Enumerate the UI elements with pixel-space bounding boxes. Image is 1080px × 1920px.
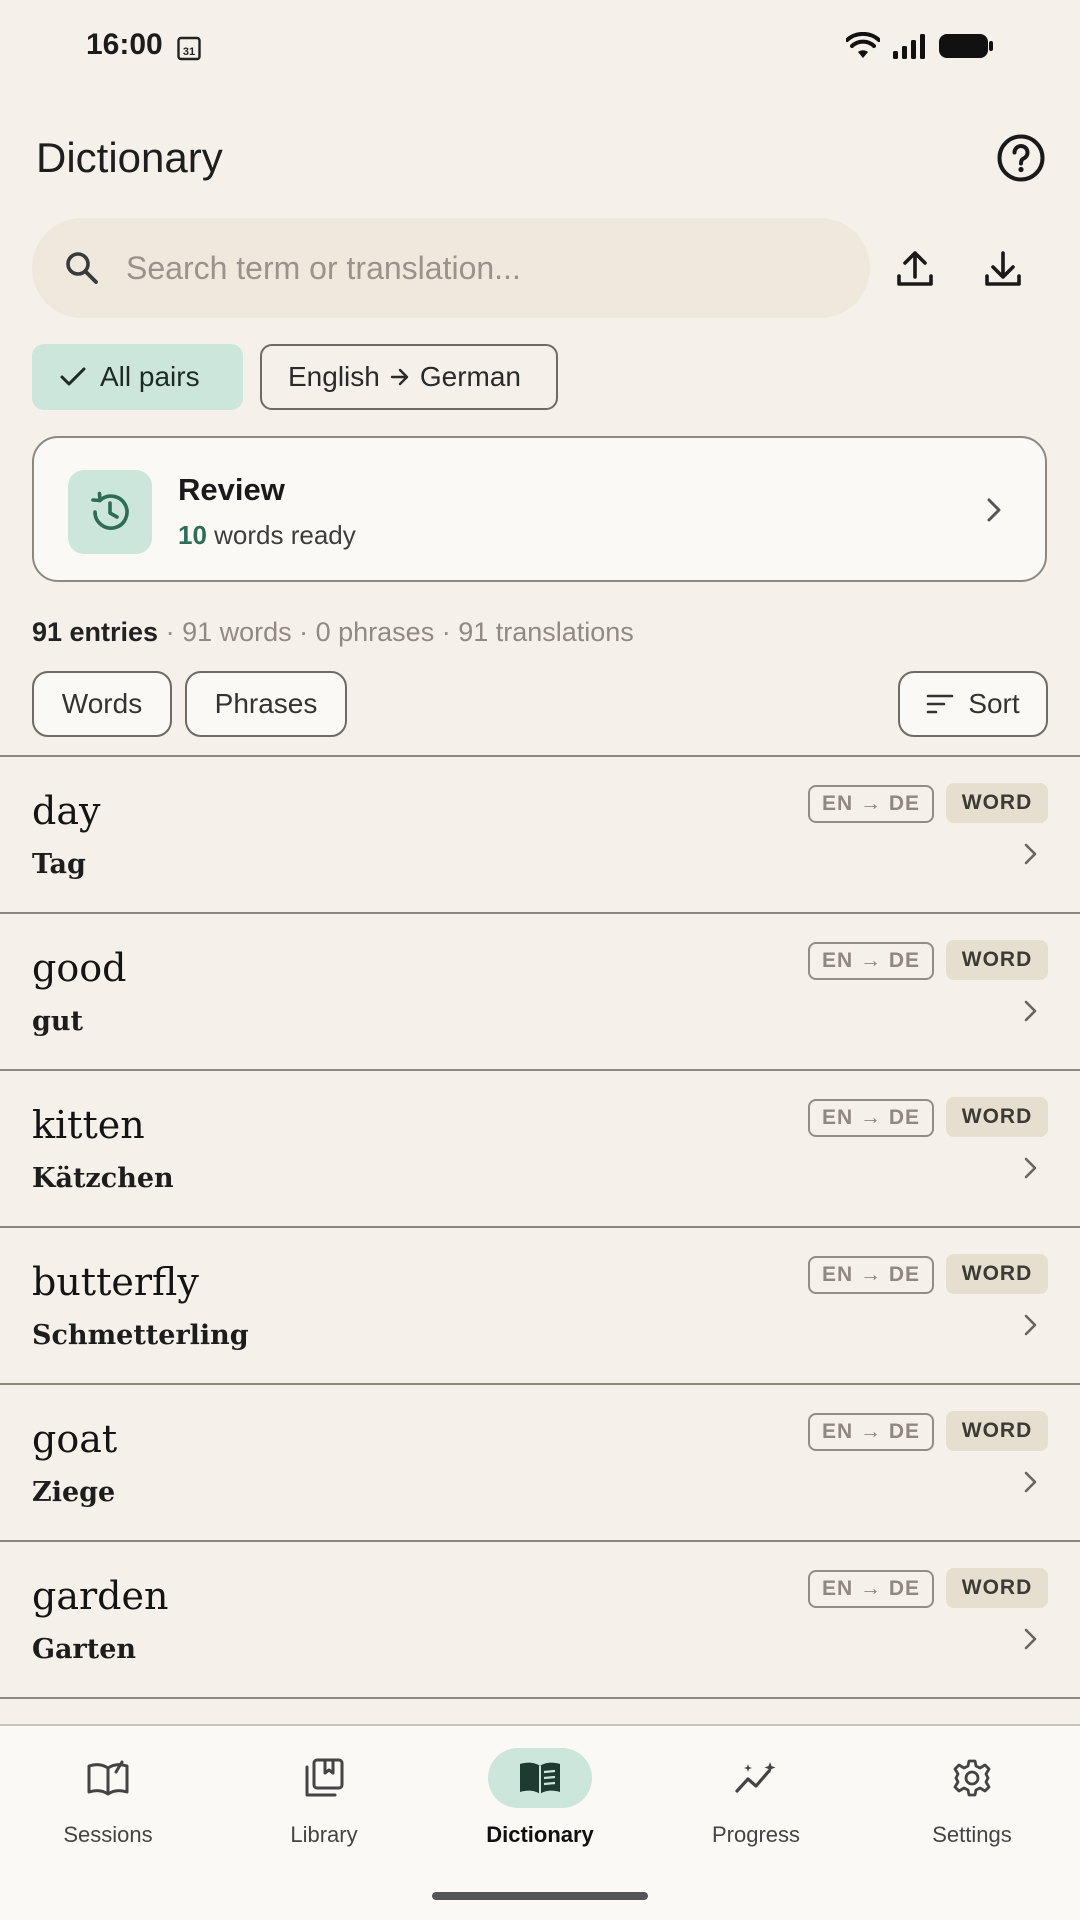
arrow-right-icon <box>390 368 409 386</box>
history-icon <box>91 491 129 530</box>
list-item[interactable]: butterfly Schmetterling EN → DE WORD <box>0 1226 1080 1383</box>
entry-type-badge: WORD <box>946 1568 1048 1608</box>
library-icon <box>305 1758 344 1797</box>
review-title: Review <box>178 472 285 507</box>
language-pair-badge: EN → DE <box>807 1256 934 1294</box>
chip-all-pairs[interactable]: All pairs <box>32 344 243 410</box>
entry-term: goat <box>32 1417 118 1461</box>
page-title: Dictionary <box>36 134 223 181</box>
entry-stats: 91 entries · 91 words · 0 phrases · 91 t… <box>32 617 634 648</box>
review-suffix: words ready <box>206 520 356 550</box>
review-icon-box <box>68 470 152 554</box>
entry-translation: Ziege <box>32 1477 116 1508</box>
nav-dictionary[interactable]: Dictionary <box>450 1748 630 1848</box>
sort-button[interactable]: Sort <box>898 671 1048 737</box>
entry-translation: Kätzchen <box>32 1163 174 1194</box>
list-item[interactable]: goat Ziege EN → DE WORD <box>0 1383 1080 1540</box>
entry-term: day <box>32 789 101 833</box>
home-indicator[interactable] <box>432 1892 648 1900</box>
entry-type-badge: WORD <box>946 1411 1048 1451</box>
entry-type-badge: WORD <box>946 940 1048 980</box>
entry-translation: Schmetterling <box>32 1320 249 1351</box>
entry-translation: Garten <box>32 1634 137 1665</box>
calendar-icon: 31 <box>177 36 201 61</box>
nav-icon-wrap <box>272 1748 376 1808</box>
language-pair-badge: EN → DE <box>807 785 934 823</box>
entry-term: butterfly <box>32 1260 199 1304</box>
sessions-icon <box>87 1760 129 1796</box>
entry-type-badge: WORD <box>946 1097 1048 1137</box>
nav-label: Sessions <box>63 1822 153 1847</box>
entry-count: 91 entries <box>32 617 159 647</box>
review-card[interactable]: Review 10 words ready <box>32 436 1047 582</box>
nav-label: Library <box>290 1822 358 1847</box>
phrases-filter-button[interactable]: Phrases <box>185 671 347 737</box>
list-divider <box>0 1697 1080 1699</box>
chip-language-pair[interactable]: English German <box>260 344 558 410</box>
entry-type-badge: WORD <box>946 783 1048 823</box>
nav-label: Progress <box>711 1822 801 1847</box>
chevron-right-icon <box>1024 843 1037 865</box>
status-indicators <box>846 32 994 60</box>
wifi-icon <box>846 32 880 58</box>
chevron-right-icon <box>1024 1471 1037 1493</box>
review-subtitle: 10 words ready <box>178 520 356 551</box>
chevron-right-icon <box>1024 1157 1037 1179</box>
search-icon <box>66 252 98 284</box>
language-pair-badge: EN → DE <box>807 1570 934 1608</box>
nav-sessions[interactable]: Sessions <box>18 1748 198 1848</box>
nav-icon-wrap <box>488 1748 592 1808</box>
entry-term: good <box>32 946 127 990</box>
nav-icon-wrap <box>56 1748 160 1808</box>
list-item[interactable]: day Tag EN → DE WORD <box>0 755 1080 912</box>
chevron-right-icon <box>987 498 1001 522</box>
nav-icon-wrap <box>704 1748 808 1808</box>
entry-term: kitten <box>32 1103 145 1147</box>
entry-breakdown: · 91 words · 0 phrases · 91 translations <box>158 617 634 647</box>
signal-icon <box>893 34 925 59</box>
review-count: 10 <box>178 520 207 550</box>
list-item[interactable]: garden Garten EN → DE WORD <box>0 1540 1080 1697</box>
chip-pair-to: German <box>419 361 521 392</box>
nav-settings[interactable]: Settings <box>882 1748 1062 1848</box>
entry-translation: gut <box>32 1006 83 1037</box>
settings-icon <box>953 1759 991 1797</box>
progress-icon <box>735 1762 776 1793</box>
language-pair-badge: EN → DE <box>807 942 934 980</box>
nav-icon-wrap <box>920 1748 1024 1808</box>
upload-icon[interactable] <box>890 244 940 294</box>
check-icon <box>60 367 86 386</box>
chevron-right-icon <box>1024 1000 1037 1022</box>
list-item[interactable]: good gut EN → DE WORD <box>0 912 1080 1069</box>
download-icon[interactable] <box>978 244 1028 294</box>
battery-icon <box>939 34 993 58</box>
dictionary-icon <box>520 1762 560 1794</box>
nav-progress[interactable]: Progress <box>666 1748 846 1848</box>
sort-label: Sort <box>968 688 1020 719</box>
list-item[interactable]: kitten Kätzchen EN → DE WORD <box>0 1069 1080 1226</box>
chip-all-pairs-label: All pairs <box>100 361 200 392</box>
language-pair-badge: EN → DE <box>807 1413 934 1451</box>
search-input[interactable] <box>124 248 828 288</box>
chevron-right-icon <box>1024 1628 1037 1650</box>
nav-label: Dictionary <box>486 1822 594 1847</box>
status-time: 16:00 <box>86 28 163 61</box>
bottom-nav: Sessions Library Dictionary Progress Set… <box>0 1724 1080 1920</box>
search-bar[interactable] <box>32 218 870 318</box>
language-pair-badge: EN → DE <box>807 1099 934 1137</box>
nav-label: Settings <box>932 1822 1012 1847</box>
entry-list: day Tag EN → DE WORD good gut EN → DE WO… <box>0 755 1080 1699</box>
nav-library[interactable]: Library <box>234 1748 414 1848</box>
entry-term: garden <box>32 1574 169 1618</box>
help-icon[interactable] <box>996 133 1046 183</box>
entry-type-badge: WORD <box>946 1254 1048 1294</box>
chip-pair-from: English <box>288 361 380 392</box>
svg-text:31: 31 <box>183 46 195 58</box>
entry-translation: Tag <box>32 849 86 880</box>
chevron-right-icon <box>1024 1314 1037 1336</box>
sort-icon <box>927 694 954 714</box>
words-filter-button[interactable]: Words <box>32 671 172 737</box>
